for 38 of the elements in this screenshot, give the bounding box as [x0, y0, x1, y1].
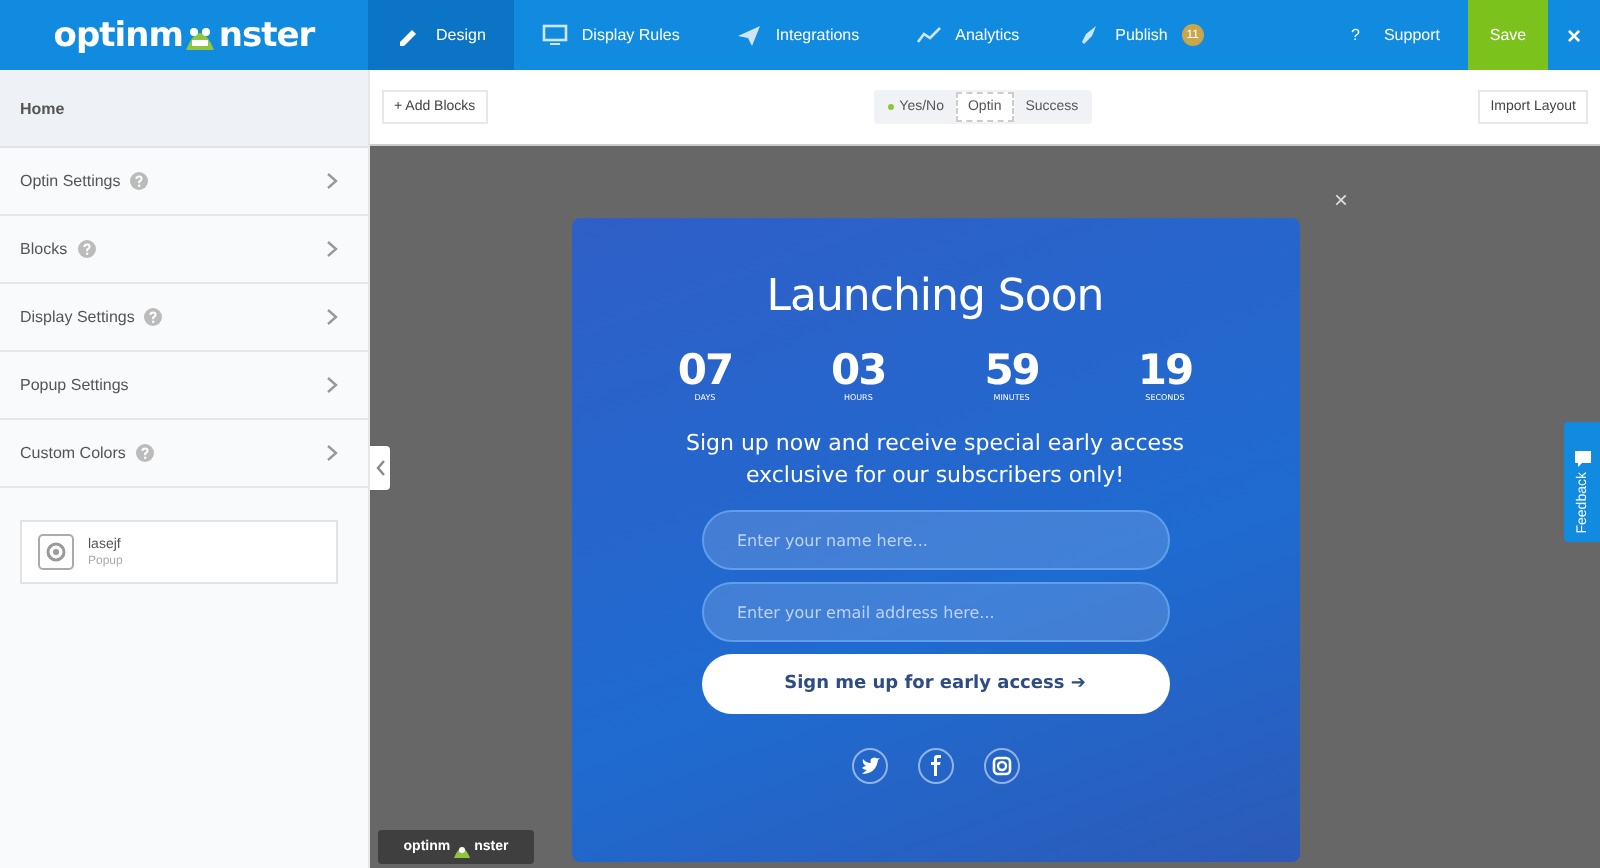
popup-text: Sign up now and receive special early access exclusive for our subscribers only! [685, 428, 1185, 492]
sidebar-item[interactable]: Optin Settings [0, 148, 368, 216]
chevron-right-icon [326, 444, 338, 462]
nav-tab[interactable]: Analytics [887, 0, 1048, 70]
monitor-icon [541, 22, 568, 48]
sidebar-title: Home [0, 70, 368, 148]
countdown-value: 07 [675, 348, 735, 392]
nav-tab[interactable]: Design [368, 0, 514, 70]
nav-tab[interactable]: Integrations [707, 0, 888, 70]
signup-button[interactable]: Sign me up for early access ➔ [701, 654, 1169, 714]
chevron-right-icon [326, 172, 338, 190]
popup-close-button[interactable]: × [1334, 186, 1349, 214]
sidebar-item[interactable]: Popup Settings [0, 352, 368, 420]
paper-plane-icon [735, 22, 762, 48]
nav-tab[interactable]: Display Rules [513, 0, 708, 70]
chevron-right-icon [326, 376, 338, 394]
countdown-value: 59 [982, 348, 1041, 392]
close-button[interactable]: × [1548, 0, 1600, 70]
chevron-right-icon [326, 240, 338, 258]
popup-title: Launching Soon [766, 272, 1104, 322]
countdown-value: 19 [1135, 348, 1195, 392]
support-link[interactable]: ? Support [1323, 0, 1468, 70]
collapse-handle[interactable] [370, 446, 390, 490]
chevron-right-icon [326, 308, 338, 326]
input-field[interactable]: Enter your name here... [701, 510, 1169, 570]
sidebar-item[interactable]: Display Settings [0, 284, 368, 352]
input-field[interactable]: Enter your email address here... [701, 582, 1169, 642]
line-chart-icon [915, 22, 942, 48]
countdown-value: 03 [829, 348, 888, 392]
logo-text: optinm [53, 15, 183, 55]
chevron-left-icon [375, 460, 385, 476]
facebook-icon[interactable] [917, 748, 953, 784]
logo-text: nster [218, 15, 315, 55]
instagram-icon[interactable] [983, 748, 1019, 784]
twitter-bird-icon[interactable] [851, 748, 887, 784]
sidebar-item[interactable]: Blocks [0, 216, 368, 284]
chat-icon [1573, 450, 1591, 469]
sidebar-item[interactable]: Custom Colors [0, 420, 368, 488]
